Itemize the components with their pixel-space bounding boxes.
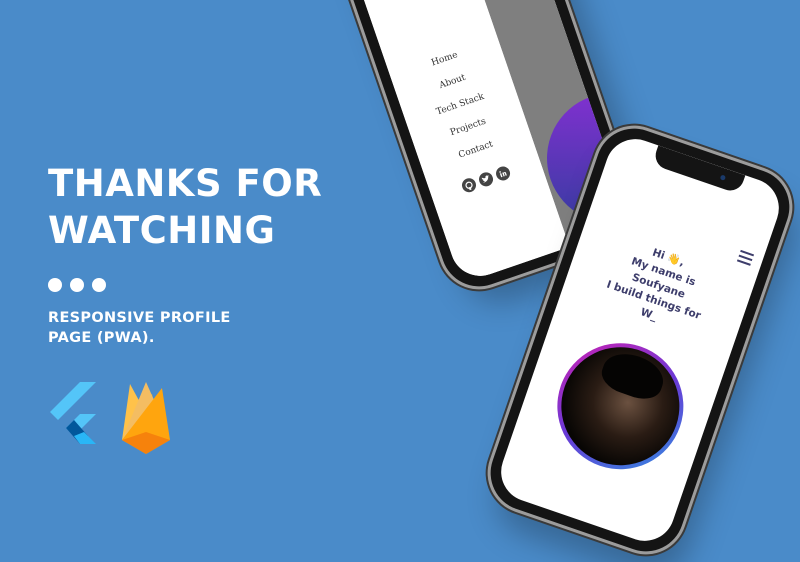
github-icon[interactable]	[460, 176, 478, 195]
dot	[92, 278, 106, 292]
dot	[70, 278, 84, 292]
flutter-logo-icon	[50, 382, 96, 444]
avatar	[540, 326, 701, 487]
avatar-photo	[545, 331, 696, 482]
dot	[48, 278, 62, 292]
headline-line-1: THANKS FOR	[48, 162, 323, 205]
hamburger-icon[interactable]	[736, 249, 755, 269]
headline-line-2: WATCHING	[48, 209, 276, 252]
firebase-logo-icon	[122, 382, 170, 454]
intro-text: Hi 👋, My name is Soufyane I build things…	[561, 222, 756, 352]
subtitle-line-1: RESPONSIVE PROFILE	[48, 310, 231, 326]
subtitle: RESPONSIVE PROFILE PAGE (PWA).	[48, 308, 231, 348]
dots-decoration	[48, 278, 106, 292]
twitter-icon[interactable]	[477, 170, 495, 189]
headline: THANKS FOR WATCHING	[48, 160, 322, 254]
linkedin-icon[interactable]	[494, 164, 512, 183]
phone-notch	[651, 145, 746, 195]
subtitle-line-2: PAGE (PWA).	[48, 330, 155, 346]
camera-icon	[719, 174, 727, 181]
